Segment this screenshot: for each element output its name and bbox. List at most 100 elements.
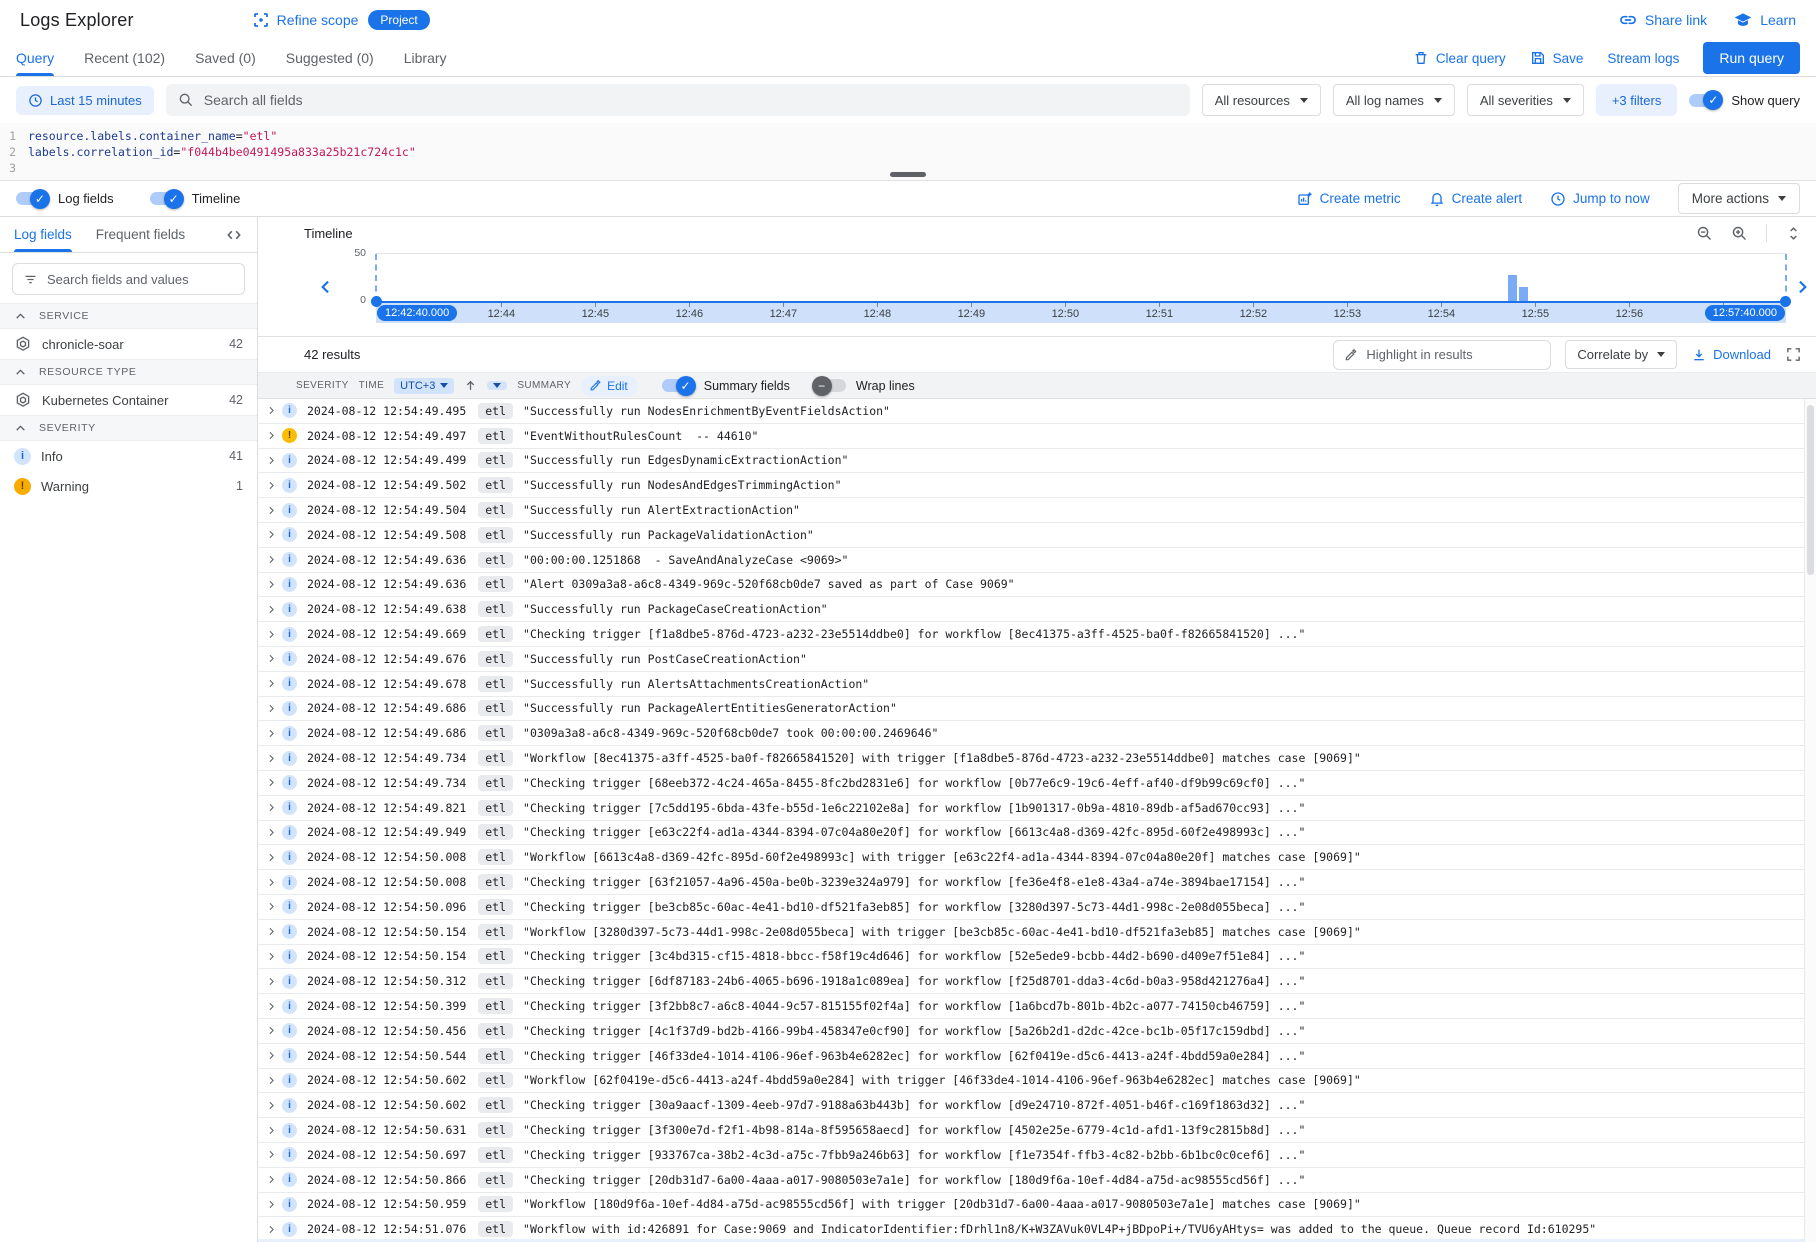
- log-fields-toggle[interactable]: ✓: [16, 192, 48, 205]
- sidebar-item-warning[interactable]: !Warning1: [0, 471, 257, 501]
- edit-summary-button[interactable]: Edit: [581, 376, 638, 396]
- expand-row-chevron-icon[interactable]: [266, 1075, 277, 1086]
- table-row[interactable]: i 2024-08-12 12:54:50.602 etl "Checking …: [258, 1093, 1816, 1118]
- wrap-lines-toggle[interactable]: −: [814, 379, 846, 392]
- expand-row-chevron-icon[interactable]: [266, 951, 277, 962]
- expand-row-chevron-icon[interactable]: [266, 604, 277, 615]
- tab-saved[interactable]: Saved (0): [195, 40, 256, 76]
- expand-row-chevron-icon[interactable]: [266, 529, 277, 540]
- all-resources-dropdown[interactable]: All resources: [1202, 84, 1321, 116]
- zoom-out-icon[interactable]: [1696, 225, 1713, 242]
- expand-row-chevron-icon[interactable]: [266, 579, 277, 590]
- table-row[interactable]: i 2024-08-12 12:54:50.544 etl "Checking …: [258, 1044, 1816, 1069]
- collapse-panel-button[interactable]: [225, 217, 243, 252]
- expand-row-chevron-icon[interactable]: [266, 1100, 277, 1111]
- highlight-input[interactable]: [1366, 347, 1540, 362]
- learn-button[interactable]: Learn: [1733, 10, 1796, 30]
- table-row[interactable]: i 2024-08-12 12:54:49.949 etl "Checking …: [258, 821, 1816, 846]
- timeline-prev-chevron[interactable]: [316, 277, 336, 297]
- query-editor[interactable]: 1 resource.labels.container_name="etl" 2…: [0, 123, 1816, 181]
- expand-row-chevron-icon[interactable]: [266, 852, 277, 863]
- time-range-chip[interactable]: Last 15 minutes: [16, 86, 154, 115]
- table-row[interactable]: i 2024-08-12 12:54:50.008 etl "Workflow …: [258, 845, 1816, 870]
- table-row[interactable]: i 2024-08-12 12:54:49.638 etl "Successfu…: [258, 597, 1816, 622]
- stream-logs-button[interactable]: Stream logs: [1607, 51, 1679, 66]
- table-row[interactable]: i 2024-08-12 12:54:49.636 etl "00:00:00.…: [258, 548, 1816, 573]
- section-header-resource-type[interactable]: RESOURCE TYPE: [0, 359, 257, 385]
- histogram-bar[interactable]: [1508, 275, 1517, 301]
- timeline-next-chevron[interactable]: [1792, 277, 1812, 297]
- table-row[interactable]: i 2024-08-12 12:54:50.154 etl "Workflow …: [258, 920, 1816, 945]
- zoom-in-icon[interactable]: [1731, 225, 1748, 242]
- table-row[interactable]: i 2024-08-12 12:54:49.495 etl "Successfu…: [258, 399, 1816, 424]
- expand-row-chevron-icon[interactable]: [266, 1125, 277, 1136]
- table-row[interactable]: i 2024-08-12 12:54:50.959 etl "Workflow …: [258, 1193, 1816, 1218]
- expand-row-chevron-icon[interactable]: [266, 480, 277, 491]
- table-row[interactable]: i 2024-08-12 12:54:49.734 etl "Checking …: [258, 771, 1816, 796]
- expand-row-chevron-icon[interactable]: [266, 1199, 277, 1210]
- table-row[interactable]: i 2024-08-12 12:54:49.686 etl "Successfu…: [258, 697, 1816, 722]
- table-row[interactable]: i 2024-08-12 12:54:50.096 etl "Checking …: [258, 895, 1816, 920]
- timeline-plot[interactable]: 12:4412:4512:4612:4712:4812:4912:5012:51…: [376, 253, 1786, 323]
- summary-fields-toggle[interactable]: ✓: [662, 379, 694, 392]
- expand-row-chevron-icon[interactable]: [266, 1025, 277, 1036]
- expand-row-chevron-icon[interactable]: [266, 1149, 277, 1160]
- fullscreen-icon[interactable]: [1785, 346, 1802, 363]
- table-row[interactable]: i 2024-08-12 12:54:49.734 etl "Workflow …: [258, 746, 1816, 771]
- tab-recent[interactable]: Recent (102): [84, 40, 165, 76]
- timeline-toggle[interactable]: ✓: [150, 192, 182, 205]
- expand-row-chevron-icon[interactable]: [266, 1224, 277, 1235]
- expand-row-chevron-icon[interactable]: [266, 653, 277, 664]
- create-alert-button[interactable]: Create alert: [1429, 191, 1523, 207]
- sidebar-item-chronicle-soar[interactable]: chronicle-soar42: [0, 329, 257, 359]
- table-row[interactable]: i 2024-08-12 12:54:50.697 etl "Checking …: [258, 1143, 1816, 1168]
- expand-row-chevron-icon[interactable]: [266, 678, 277, 689]
- run-query-button[interactable]: Run query: [1703, 42, 1800, 74]
- table-row[interactable]: i 2024-08-12 12:54:49.504 etl "Successfu…: [258, 498, 1816, 523]
- highlight-in-results-box[interactable]: [1333, 340, 1551, 370]
- clear-query-button[interactable]: Clear query: [1413, 50, 1506, 66]
- expand-row-chevron-icon[interactable]: [266, 753, 277, 764]
- tab-query[interactable]: Query: [16, 40, 54, 76]
- jump-to-now-button[interactable]: Jump to now: [1550, 191, 1650, 207]
- table-row[interactable]: i 2024-08-12 12:54:49.678 etl "Successfu…: [258, 672, 1816, 697]
- expand-row-chevron-icon[interactable]: [266, 926, 277, 937]
- timezone-dropdown[interactable]: UTC+3: [394, 378, 454, 394]
- expand-row-chevron-icon[interactable]: [266, 827, 277, 838]
- table-row[interactable]: i 2024-08-12 12:54:50.399 etl "Checking …: [258, 994, 1816, 1019]
- expand-row-chevron-icon[interactable]: [266, 1001, 277, 1012]
- histogram-bar[interactable]: [1519, 287, 1528, 301]
- expand-row-chevron-icon[interactable]: [266, 877, 277, 888]
- table-row[interactable]: ! 2024-08-12 12:54:49.497 etl "EventWith…: [258, 424, 1816, 449]
- sort-ascending-icon[interactable]: [464, 379, 477, 392]
- expand-row-chevron-icon[interactable]: [266, 629, 277, 640]
- refine-scope-button[interactable]: Refine scope: [252, 11, 359, 29]
- expand-row-chevron-icon[interactable]: [266, 703, 277, 714]
- table-row[interactable]: i 2024-08-12 12:54:49.502 etl "Successfu…: [258, 473, 1816, 498]
- expand-row-chevron-icon[interactable]: [266, 455, 277, 466]
- table-row[interactable]: i 2024-08-12 12:54:49.686 etl "0309a3a8-…: [258, 721, 1816, 746]
- share-link-button[interactable]: Share link: [1618, 10, 1707, 30]
- expand-row-chevron-icon[interactable]: [266, 1174, 277, 1185]
- correlate-by-button[interactable]: Correlate by: [1565, 340, 1677, 369]
- show-query-toggle[interactable]: ✓: [1689, 94, 1721, 107]
- tab-log-fields[interactable]: Log fields: [14, 217, 72, 252]
- all-log-names-dropdown[interactable]: All log names: [1333, 84, 1455, 116]
- table-row[interactable]: i 2024-08-12 12:54:50.631 etl "Checking …: [258, 1118, 1816, 1143]
- table-row[interactable]: i 2024-08-12 12:54:49.508 etl "Successfu…: [258, 523, 1816, 548]
- expand-row-chevron-icon[interactable]: [266, 728, 277, 739]
- section-header-service[interactable]: SERVICE: [0, 303, 257, 329]
- sidebar-item-kubernetes-container[interactable]: Kubernetes Container42: [0, 385, 257, 415]
- section-header-severity[interactable]: SEVERITY: [0, 415, 257, 441]
- sidebar-search-input[interactable]: [47, 272, 234, 287]
- table-row[interactable]: i 2024-08-12 12:54:49.669 etl "Checking …: [258, 622, 1816, 647]
- table-row[interactable]: i 2024-08-12 12:54:50.456 etl "Checking …: [258, 1019, 1816, 1044]
- table-row[interactable]: i 2024-08-12 12:54:50.154 etl "Checking …: [258, 945, 1816, 970]
- more-filters-chip[interactable]: +3 filters: [1596, 84, 1678, 116]
- create-metric-button[interactable]: Create metric: [1297, 191, 1401, 207]
- all-severities-dropdown[interactable]: All severities: [1467, 84, 1584, 116]
- sidebar-search[interactable]: [12, 263, 245, 295]
- expand-row-chevron-icon[interactable]: [266, 901, 277, 912]
- table-row[interactable]: i 2024-08-12 12:54:50.312 etl "Checking …: [258, 969, 1816, 994]
- expand-row-chevron-icon[interactable]: [266, 777, 277, 788]
